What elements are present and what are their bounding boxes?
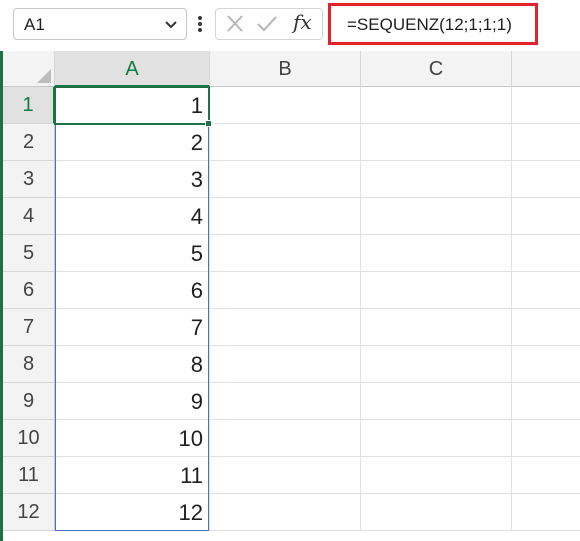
cancel-x-icon[interactable]	[220, 9, 250, 39]
row-header[interactable]: 12	[3, 494, 55, 531]
name-box[interactable]: A1	[13, 8, 187, 40]
cell-empty[interactable]	[512, 457, 580, 494]
column-header-c[interactable]: C	[361, 51, 512, 87]
cell-empty[interactable]	[210, 235, 361, 272]
row-header[interactable]: 5	[3, 235, 55, 272]
fill-handle[interactable]	[205, 120, 212, 127]
cell-empty[interactable]	[512, 124, 580, 161]
cell-empty[interactable]	[361, 272, 512, 309]
cell-empty[interactable]	[210, 346, 361, 383]
cell-empty[interactable]	[361, 383, 512, 420]
cell-empty[interactable]	[512, 198, 580, 235]
cell-empty[interactable]	[210, 87, 361, 124]
formula-text: =SEQUENZ(12;1;1;1)	[347, 15, 512, 34]
select-all-corner[interactable]	[3, 51, 55, 87]
row-header[interactable]: 6	[3, 272, 55, 309]
cell-a[interactable]: 11	[55, 457, 210, 494]
cell-empty[interactable]	[512, 346, 580, 383]
cell-empty[interactable]	[210, 161, 361, 198]
select-all-triangle	[37, 69, 51, 83]
row-header[interactable]: 3	[3, 161, 55, 198]
cell-a[interactable]: 6	[55, 272, 210, 309]
cell-empty[interactable]	[512, 383, 580, 420]
cell-a[interactable]: 10	[55, 420, 210, 457]
column-header-b[interactable]: B	[210, 51, 361, 87]
cell-empty[interactable]	[210, 272, 361, 309]
cell-a[interactable]: 7	[55, 309, 210, 346]
cell-a[interactable]: 9	[55, 383, 210, 420]
row-header[interactable]: 4	[3, 198, 55, 235]
name-box-value: A1	[24, 15, 45, 34]
cell-empty[interactable]	[210, 494, 361, 531]
cell-empty[interactable]	[512, 494, 580, 531]
cell-empty[interactable]	[361, 309, 512, 346]
cell-empty[interactable]	[361, 124, 512, 161]
cell-a[interactable]: 12	[55, 494, 210, 531]
cell-empty[interactable]	[210, 309, 361, 346]
cell-empty[interactable]	[512, 235, 580, 272]
cell-a[interactable]: 3	[55, 161, 210, 198]
row-header[interactable]: 9	[3, 383, 55, 420]
cell-empty[interactable]	[210, 124, 361, 161]
cell-empty[interactable]	[361, 494, 512, 531]
formula-bar-row: A1 fx =SEQUENZ(12;1;1;1)	[0, 0, 580, 51]
formula-input[interactable]: =SEQUENZ(12;1;1;1)	[328, 3, 538, 45]
cell-a[interactable]: 2	[55, 124, 210, 161]
vertical-dots-icon[interactable]	[193, 8, 207, 40]
row-header[interactable]: 8	[3, 346, 55, 383]
cell-empty[interactable]	[512, 161, 580, 198]
column-header-d[interactable]	[512, 51, 580, 87]
cell-empty[interactable]	[361, 235, 512, 272]
column-header-a[interactable]: A	[55, 51, 210, 87]
cell-a[interactable]: 8	[55, 346, 210, 383]
cell-empty[interactable]	[210, 457, 361, 494]
formula-buttons: fx	[215, 8, 323, 40]
cell-empty[interactable]	[512, 272, 580, 309]
cell-empty[interactable]	[361, 161, 512, 198]
check-icon[interactable]	[252, 9, 282, 39]
row-header[interactable]: 1	[3, 87, 55, 124]
cell-empty[interactable]	[210, 383, 361, 420]
cell-empty[interactable]	[361, 198, 512, 235]
cell-empty[interactable]	[512, 87, 580, 124]
insert-function-button[interactable]: fx	[293, 10, 312, 34]
cell-empty[interactable]	[210, 198, 361, 235]
cell-empty[interactable]	[361, 420, 512, 457]
cell-a[interactable]: 5	[55, 235, 210, 272]
cell-a[interactable]: 1	[55, 87, 210, 124]
cell-empty[interactable]	[361, 346, 512, 383]
cell-a[interactable]: 4	[55, 198, 210, 235]
row-header[interactable]: 2	[3, 124, 55, 161]
cell-empty[interactable]	[361, 457, 512, 494]
cell-empty[interactable]	[210, 420, 361, 457]
chevron-down-icon[interactable]	[162, 13, 180, 35]
cell-empty[interactable]	[361, 87, 512, 124]
row-header[interactable]: 11	[3, 457, 55, 494]
cell-empty[interactable]	[512, 420, 580, 457]
row-header[interactable]: 10	[3, 420, 55, 457]
row-header[interactable]: 7	[3, 309, 55, 346]
cell-empty[interactable]	[512, 309, 580, 346]
